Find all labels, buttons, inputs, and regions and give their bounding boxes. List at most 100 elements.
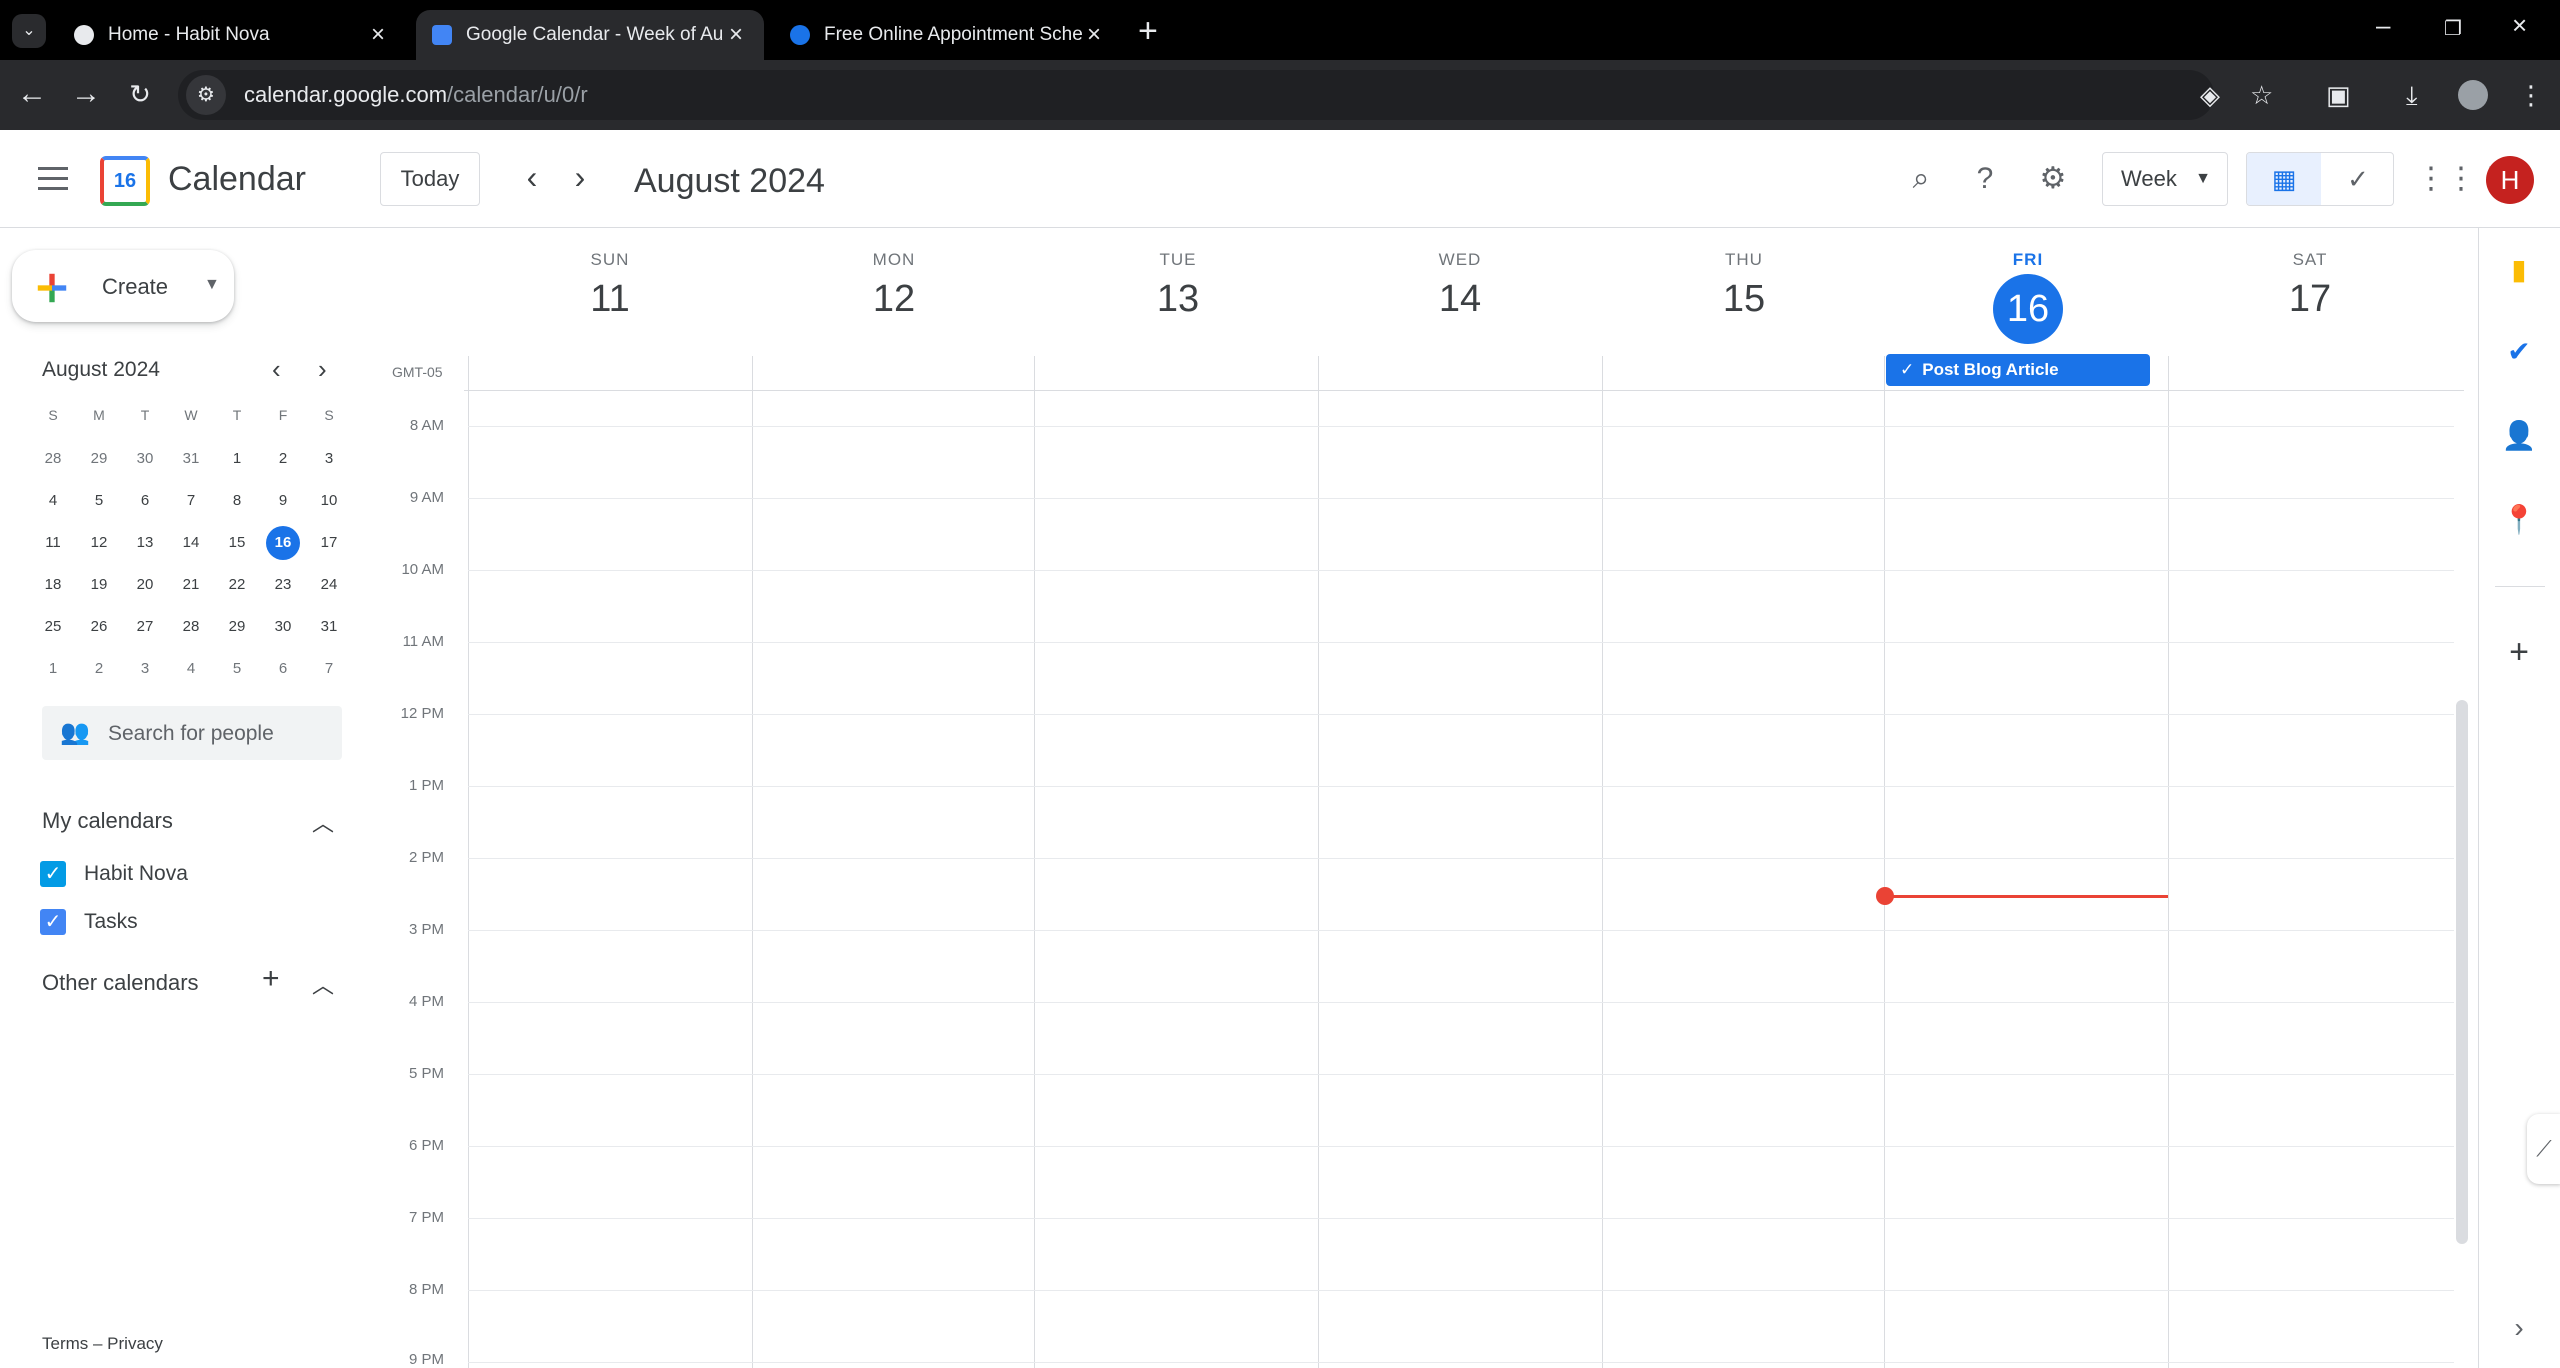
mini-day[interactable]: 4 [30, 484, 76, 526]
mini-day[interactable]: 3 [122, 652, 168, 694]
mini-day[interactable]: 14 [168, 526, 214, 568]
mini-day[interactable]: 28 [168, 610, 214, 652]
restore-window-icon[interactable]: ❐ [2444, 16, 2462, 41]
browser-tab-google-calendar[interactable]: Google Calendar - Week of Aug × [416, 10, 764, 60]
browser-tab-habit-nova[interactable]: Home - Habit Nova × [58, 10, 406, 60]
checkbox-checked-icon[interactable]: ✓ [40, 909, 66, 935]
mini-day[interactable]: 15 [214, 526, 260, 568]
day-number[interactable]: 17 [2168, 278, 2452, 321]
day-header-tue[interactable]: TUE 13 [1036, 250, 1320, 321]
checkbox-checked-icon[interactable]: ✓ [40, 861, 66, 887]
mini-day[interactable]: 10 [306, 484, 352, 526]
mini-day[interactable]: 3 [306, 442, 352, 484]
mini-day-selected[interactable]: 16 [260, 526, 306, 568]
add-other-calendar-plus-icon[interactable]: + [262, 962, 280, 996]
mini-day[interactable]: 8 [214, 484, 260, 526]
create-button[interactable]: Create ▼ [12, 250, 234, 322]
mini-next-month-chevron-icon[interactable]: › [318, 354, 327, 385]
week-time-grid[interactable] [468, 356, 2454, 1368]
google-apps-grid-icon[interactable]: ⋮⋮⋮ [2416, 156, 2506, 202]
tasks-view-icon[interactable]: ✓ [2321, 153, 2393, 205]
mini-day[interactable]: 21 [168, 568, 214, 610]
browser-tab-appointment-scheduler[interactable]: Free Online Appointment Sche × [774, 10, 1122, 60]
mini-day[interactable]: 25 [30, 610, 76, 652]
mini-day[interactable]: 9 [260, 484, 306, 526]
settings-gear-icon[interactable]: ⚙ [2030, 156, 2076, 202]
day-number[interactable]: 15 [1602, 278, 1886, 321]
main-menu-icon[interactable] [38, 167, 68, 191]
maps-pin-icon[interactable]: 📍 [2499, 500, 2539, 540]
profile-avatar-icon[interactable] [2458, 80, 2488, 110]
today-button[interactable]: Today [380, 152, 480, 206]
mini-day[interactable]: 1 [30, 652, 76, 694]
mini-day[interactable]: 28 [30, 442, 76, 484]
mini-day[interactable]: 5 [76, 484, 122, 526]
event-post-blog-article[interactable]: ✓ Post Blog Article [1886, 354, 2150, 386]
mini-day[interactable]: 29 [214, 610, 260, 652]
show-side-panel-chevron-icon[interactable]: › [2499, 1308, 2539, 1348]
account-avatar[interactable]: H [2486, 156, 2534, 204]
mini-day[interactable]: 27 [122, 610, 168, 652]
mini-day[interactable]: 6 [260, 652, 306, 694]
mini-day[interactable]: 31 [168, 442, 214, 484]
day-header-fri-today[interactable]: FRI 16 [1886, 250, 2170, 344]
mini-day[interactable]: 6 [122, 484, 168, 526]
close-window-icon[interactable]: × [2512, 10, 2527, 41]
day-header-sun[interactable]: SUN 11 [468, 250, 752, 321]
calendar-view-icon[interactable]: ▦ [2247, 153, 2321, 205]
site-info-icon[interactable]: ⚙ [186, 75, 226, 115]
mini-day[interactable]: 18 [30, 568, 76, 610]
mini-day[interactable]: 7 [306, 652, 352, 694]
view-select[interactable]: Week ▼ [2102, 152, 2228, 206]
mini-day[interactable]: 29 [76, 442, 122, 484]
back-arrow-icon[interactable]: ← [12, 74, 52, 114]
tasks-icon[interactable]: ✔ [2499, 332, 2539, 372]
contacts-icon[interactable]: 👤 [2499, 416, 2539, 456]
side-panel-handle-icon[interactable]: ⟋ [2527, 1114, 2560, 1184]
mini-prev-month-chevron-icon[interactable]: ‹ [272, 354, 281, 385]
calendar-item-habit-nova[interactable]: ✓ Habit Nova [40, 858, 188, 890]
close-tab-icon[interactable]: × [724, 21, 748, 49]
mini-day[interactable]: 1 [214, 442, 260, 484]
grid-scrollbar[interactable] [2456, 700, 2468, 1244]
mini-day[interactable]: 30 [122, 442, 168, 484]
extensions-icon[interactable]: ▣ [2326, 80, 2351, 111]
terms-privacy-links[interactable]: Terms – Privacy [42, 1334, 163, 1354]
mini-day[interactable]: 5 [214, 652, 260, 694]
mini-day[interactable]: 31 [306, 610, 352, 652]
day-header-mon[interactable]: MON 12 [752, 250, 1036, 321]
close-tab-icon[interactable]: × [1082, 21, 1106, 49]
new-tab-plus-icon[interactable]: + [1138, 12, 1158, 51]
password-key-icon[interactable]: ◈ [2200, 80, 2220, 111]
previous-week-chevron-icon[interactable]: ‹ [514, 160, 550, 196]
mini-day[interactable]: 19 [76, 568, 122, 610]
day-header-wed[interactable]: WED 14 [1318, 250, 1602, 321]
mini-day[interactable]: 24 [306, 568, 352, 610]
mini-day[interactable]: 23 [260, 568, 306, 610]
chevron-down-icon[interactable]: ▼ [204, 276, 220, 294]
reload-icon[interactable]: ↻ [120, 74, 160, 114]
my-calendars-heading[interactable]: My calendars [42, 808, 173, 834]
get-add-ons-plus-icon[interactable]: + [2499, 632, 2539, 672]
mini-day[interactable]: 22 [214, 568, 260, 610]
mini-day[interactable]: 30 [260, 610, 306, 652]
day-header-sat[interactable]: SAT 17 [2168, 250, 2452, 321]
mini-day[interactable]: 13 [122, 526, 168, 568]
address-bar[interactable]: ⚙ calendar.google.com/calendar/u/0/r [178, 70, 2214, 120]
mini-day[interactable]: 26 [76, 610, 122, 652]
day-header-thu[interactable]: THU 15 [1602, 250, 1886, 321]
help-icon[interactable]: ? [1962, 156, 2008, 202]
mini-day[interactable]: 4 [168, 652, 214, 694]
other-calendars-heading[interactable]: Other calendars [42, 970, 199, 996]
mini-day[interactable]: 7 [168, 484, 214, 526]
mini-day[interactable]: 20 [122, 568, 168, 610]
collapse-my-calendars-chevron-icon[interactable]: ︿ [312, 806, 334, 838]
close-tab-icon[interactable]: × [366, 21, 390, 49]
mini-day[interactable]: 12 [76, 526, 122, 568]
day-number[interactable]: 12 [752, 278, 1036, 321]
tab-search-button[interactable]: ⌄ [12, 14, 46, 48]
day-number[interactable]: 14 [1318, 278, 1602, 321]
day-number[interactable]: 11 [468, 278, 752, 321]
mini-day[interactable]: 2 [260, 442, 306, 484]
keep-notes-icon[interactable]: ▮ [2499, 250, 2539, 290]
